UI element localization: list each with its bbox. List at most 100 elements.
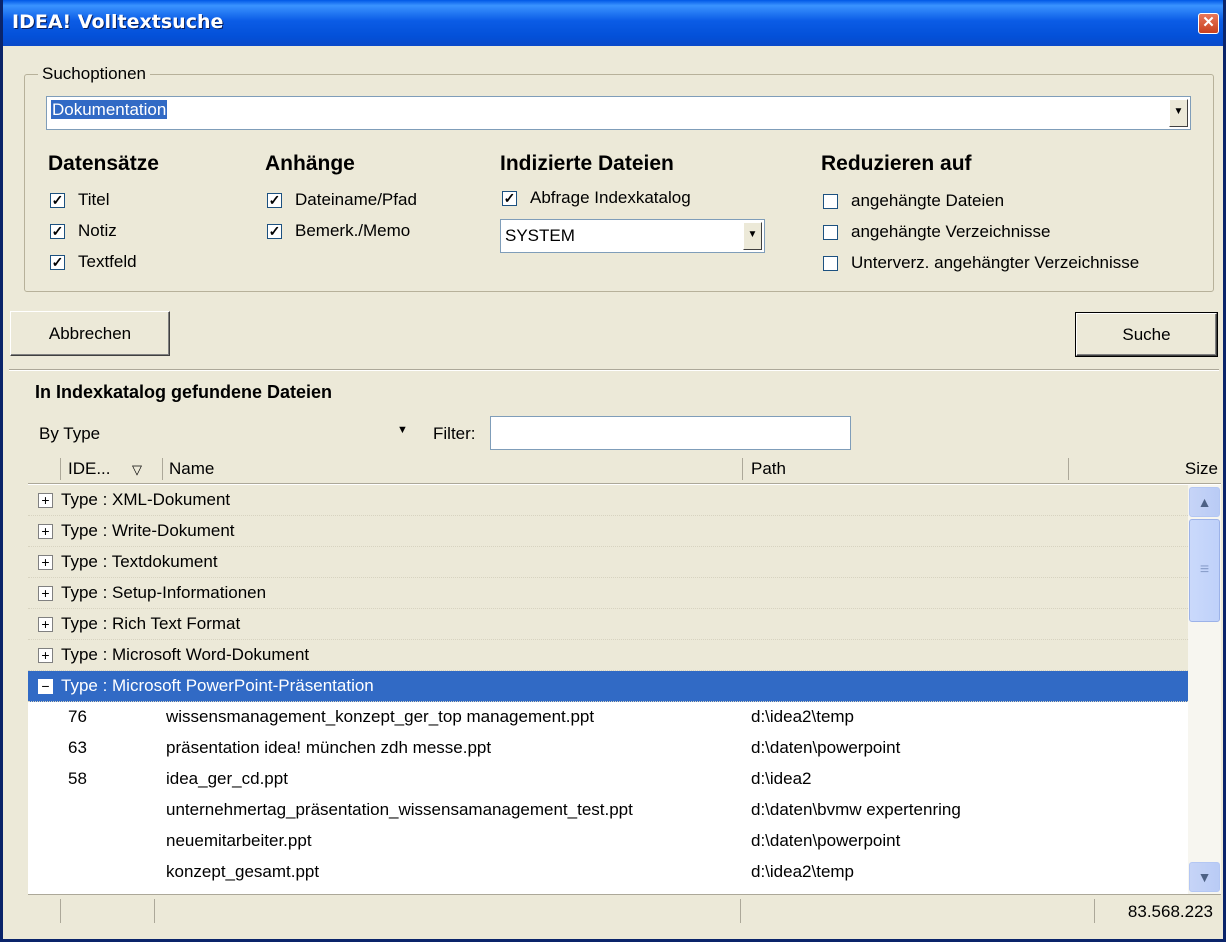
group-row[interactable]: − Type : Microsoft PowerPoint-Präsentatio… (28, 671, 1188, 702)
cancel-button[interactable]: Abbrechen (10, 311, 170, 356)
checkbox-anhaenge-0[interactable]: ✓ Dateiname/Pfad (267, 189, 417, 211)
checkbox-datensaetze-1[interactable]: ✓ Notiz (50, 220, 117, 242)
column-separator (162, 458, 163, 480)
checkbox-label: Notiz (78, 221, 117, 240)
group-row[interactable]: + Type : Setup-Informationen (28, 578, 1188, 609)
dialog-window: IDEA! Volltextsuche ✕ Suchoptionen Dokum… (0, 0, 1226, 942)
group-label: Type : Textdokument (61, 552, 218, 571)
status-separator (1094, 899, 1095, 923)
column-separator (60, 458, 61, 480)
expand-icon[interactable]: + (38, 555, 53, 570)
checkbox-unchecked-icon[interactable] (823, 255, 838, 271)
filter-input[interactable] (490, 416, 851, 450)
status-separator (154, 899, 155, 923)
title-bar[interactable]: IDEA! Volltextsuche ✕ (3, 0, 1223, 46)
total-size: 83.568.223 (1127, 902, 1213, 921)
grid-header: IDE... ▽ Name Path Size (28, 454, 1221, 484)
results-grid: IDE... ▽ Name Path Size + Type : XML-Doku… (28, 454, 1221, 894)
cell-name: wissensmanagement_konzept_ger_top manage… (166, 707, 595, 726)
checkbox-checked-icon[interactable]: ✓ (267, 223, 282, 239)
expand-icon[interactable]: + (38, 586, 53, 601)
filter-label: Filter: (433, 424, 476, 443)
checkbox-anhaenge-1[interactable]: ✓ Bemerk./Memo (267, 220, 410, 242)
status-bar: 83.568.223 (28, 894, 1221, 927)
column-header-path[interactable]: Path (751, 459, 786, 479)
window-title: IDEA! Volltextsuche (12, 11, 224, 33)
checkbox-unchecked-icon[interactable] (823, 193, 838, 209)
checkbox-checked-icon[interactable]: ✓ (267, 192, 282, 208)
group-by-dropdown-icon[interactable]: ▼ (397, 424, 408, 436)
chevron-down-icon[interactable]: ▼ (1169, 99, 1188, 127)
chevron-down-icon[interactable]: ▼ (743, 222, 762, 250)
scroll-up-icon[interactable]: ▲ (1189, 487, 1220, 517)
catalog-value: SYSTEM (505, 226, 575, 245)
cell-id: 76 (68, 707, 87, 726)
column-separator (1068, 458, 1069, 480)
checkbox-label: Abfrage Indexkatalog (530, 188, 691, 207)
checkbox-unchecked-icon[interactable] (823, 224, 838, 240)
vertical-scrollbar[interactable]: ▲ ≡ ▼ (1188, 485, 1221, 894)
close-icon[interactable]: ✕ (1198, 13, 1219, 34)
checkbox-datensaetze-0[interactable]: ✓ Titel (50, 189, 110, 211)
catalog-select[interactable]: SYSTEM ▼ (500, 219, 765, 253)
table-row[interactable]: 63 präsentation idea! münchen zdh messe.p… (28, 733, 1188, 764)
checkbox-datensaetze-2[interactable]: ✓ Textfeld (50, 251, 137, 273)
status-separator (740, 899, 741, 923)
search-query-value: Dokumentation (51, 100, 168, 119)
table-row[interactable]: unternehmertag_präsentation_wissensamana… (28, 795, 1188, 826)
group-label: Type : Microsoft PowerPoint-Präsentation (61, 676, 374, 695)
cell-name: idea_ger_cd.ppt (166, 769, 288, 788)
scroll-thumb[interactable]: ≡ (1189, 519, 1220, 622)
checkbox-label: Bemerk./Memo (295, 221, 411, 240)
collapse-icon[interactable]: − (38, 679, 53, 694)
sort-icon: ▽ (132, 462, 142, 477)
group-row[interactable]: + Type : Microsoft Word-Dokument (28, 640, 1188, 671)
cell-name: unternehmertag_präsentation_wissensamana… (166, 800, 633, 819)
scroll-down-icon[interactable]: ▼ (1189, 862, 1220, 892)
column-header-size[interactable]: Size (1185, 459, 1218, 479)
expand-icon[interactable]: + (38, 524, 53, 539)
checkbox-checked-icon[interactable]: ✓ (50, 254, 65, 270)
checkbox-checked-icon[interactable]: ✓ (502, 190, 517, 206)
checkbox-label: angehängte Verzeichnisse (851, 222, 1051, 241)
cell-path: d:\idea2\temp (751, 707, 855, 726)
checkbox-reduzieren-2[interactable]: Unterverz. angehängter Verzeichnisse (823, 252, 1139, 274)
results-title: In Indexkatalog gefundene Dateien (35, 382, 333, 402)
cell-name: neuemitarbeiter.ppt (166, 831, 312, 850)
column-separator (742, 458, 743, 480)
group-row[interactable]: + Type : Write-Dokument (28, 516, 1188, 547)
search-options-label: Suchoptionen (38, 64, 150, 84)
table-row[interactable]: konzept_gesamt.ppt d:\idea2\temp (28, 857, 1188, 888)
group-row[interactable]: + Type : Textdokument (28, 547, 1188, 578)
group-label: Type : Write-Dokument (61, 521, 235, 540)
checkbox-label: angehängte Dateien (851, 191, 1005, 210)
group-label: Type : Microsoft Word-Dokument (61, 645, 310, 664)
checkbox-reduzieren-1[interactable]: angehängte Verzeichnisse (823, 221, 1050, 243)
expand-icon[interactable]: + (38, 617, 53, 632)
cell-id: 58 (68, 769, 87, 788)
expand-icon[interactable]: + (38, 648, 53, 663)
group-label: Type : XML-Dokument (61, 490, 231, 509)
group-label: Type : Setup-Informationen (61, 583, 267, 602)
status-separator (60, 899, 61, 923)
cell-path: d:\daten\powerpoint (751, 831, 901, 850)
table-row[interactable]: 76 wissensmanagement_konzept_ger_top mana… (28, 702, 1188, 733)
column-header-id[interactable]: IDE... (68, 459, 111, 479)
indizierte-dateien-heading: Indizierte Dateien (500, 152, 674, 175)
search-query-combo[interactable]: Dokumentation ▼ (46, 96, 1191, 130)
checkbox-indiziert-0[interactable]: ✓ Abfrage Indexkatalog (502, 187, 691, 209)
checkbox-label: Unterverz. angehängter Verzeichnisse (851, 253, 1140, 272)
checkbox-checked-icon[interactable]: ✓ (50, 192, 65, 208)
checkbox-checked-icon[interactable]: ✓ (50, 223, 65, 239)
cell-path: d:\daten\bvmw expertenring (751, 800, 961, 819)
group-label: Type : Rich Text Format (61, 614, 241, 633)
group-row[interactable]: + Type : XML-Dokument (28, 485, 1188, 516)
checkbox-label: Titel (78, 190, 110, 209)
group-row[interactable]: + Type : Rich Text Format (28, 609, 1188, 640)
search-button[interactable]: Suche (1075, 312, 1218, 357)
column-header-name[interactable]: Name (169, 459, 214, 479)
table-row[interactable]: neuemitarbeiter.ppt d:\daten\powerpoint (28, 826, 1188, 857)
expand-icon[interactable]: + (38, 493, 53, 508)
table-row[interactable]: 58 idea_ger_cd.ppt d:\idea2 (28, 764, 1188, 795)
checkbox-reduzieren-0[interactable]: angehängte Dateien (823, 190, 1004, 212)
